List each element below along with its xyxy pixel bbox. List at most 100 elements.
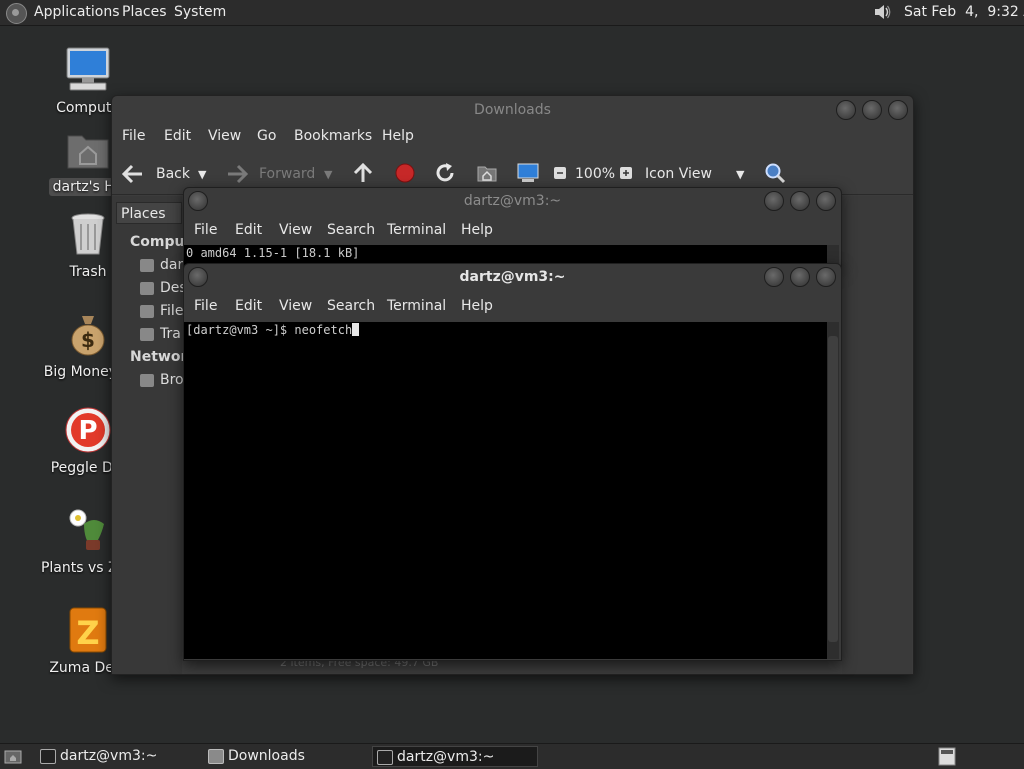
money-bag-icon: $: [64, 310, 112, 358]
gnome-logo-icon[interactable]: [6, 3, 27, 24]
back-dropdown-icon[interactable]: ▼: [198, 168, 206, 181]
window-menu-button: [188, 267, 208, 287]
terminal-prompt-line: [dartz@vm3 ~]$ neofetch: [184, 322, 827, 338]
menubar: File Edit View Go Bookmarks Help: [112, 128, 913, 150]
volume-icon[interactable]: [872, 2, 892, 22]
trash-icon: [140, 327, 154, 341]
menubar: File Edit View Search Terminal Help: [184, 222, 841, 242]
taskbar-item-downloads[interactable]: Downloads: [204, 746, 368, 767]
window-title: dartz@vm3:~: [459, 269, 566, 285]
menu-edit[interactable]: Edit: [235, 298, 262, 314]
bottom-panel: dartz@vm3:~ Downloads dartz@vm3:~: [0, 743, 1024, 769]
taskbar-item-label: dartz@vm3:~: [397, 749, 495, 765]
zoom-out-icon[interactable]: [553, 166, 567, 180]
stop-icon[interactable]: [394, 162, 416, 184]
close-button[interactable]: [816, 267, 836, 287]
back-arrow-icon[interactable]: [122, 164, 144, 184]
terminal-window-back[interactable]: dartz@vm3:~ File Edit View Search Termin…: [183, 187, 842, 269]
menu-file[interactable]: File: [194, 298, 217, 314]
menu-help[interactable]: Help: [461, 298, 493, 314]
menu-view[interactable]: View: [208, 128, 241, 144]
window-title: Downloads: [474, 102, 551, 118]
terminal-icon: [40, 749, 56, 764]
view-mode-select[interactable]: Icon View: [645, 166, 712, 182]
maximize-button[interactable]: [862, 100, 882, 120]
menu-edit[interactable]: Edit: [235, 222, 262, 238]
terminal-screen[interactable]: [dartz@vm3 ~]$ neofetch: [184, 322, 827, 659]
back-button[interactable]: Back: [156, 166, 190, 182]
minimize-button[interactable]: [764, 267, 784, 287]
svg-text:P: P: [78, 416, 97, 446]
zoom-in-icon[interactable]: [619, 166, 633, 180]
workspace-switcher-icon[interactable]: [938, 747, 956, 766]
close-button[interactable]: [888, 100, 908, 120]
scrollbar[interactable]: [827, 322, 839, 659]
menu-terminal[interactable]: Terminal: [387, 222, 446, 238]
sidebar-item-label: Tra: [160, 326, 181, 342]
menu-terminal[interactable]: Terminal: [387, 298, 446, 314]
menu-go[interactable]: Go: [257, 128, 276, 144]
up-arrow-icon[interactable]: [352, 162, 374, 184]
zuma-icon: Z: [64, 606, 112, 654]
file-view-area[interactable]: [842, 196, 912, 674]
view-mode-dropdown-icon[interactable]: ▼: [736, 168, 744, 181]
window-controls: [764, 267, 836, 287]
taskbar-item-terminal-2[interactable]: dartz@vm3:~: [372, 746, 538, 767]
search-icon[interactable]: [764, 162, 786, 184]
system-menu[interactable]: System: [174, 4, 226, 20]
menu-file[interactable]: File: [122, 128, 145, 144]
show-desktop-icon[interactable]: [4, 748, 22, 764]
window-title: dartz@vm3:~: [463, 193, 562, 209]
menu-search[interactable]: Search: [327, 298, 375, 314]
zoom-level[interactable]: 100%: [575, 166, 615, 182]
minimize-button[interactable]: [764, 191, 784, 211]
sidebar-item-trash[interactable]: Tra: [140, 326, 181, 342]
menubar: File Edit View Search Terminal Help: [184, 298, 841, 318]
window-controls: [764, 191, 836, 211]
applications-menu[interactable]: Applications: [34, 4, 120, 20]
places-selector[interactable]: Places: [116, 202, 182, 224]
reload-icon[interactable]: [434, 162, 456, 184]
desktop-icon: [140, 281, 154, 295]
scrollbar-thumb[interactable]: [828, 336, 838, 642]
svg-text:$: $: [81, 328, 95, 352]
home-icon[interactable]: [476, 163, 498, 183]
svg-text:Z: Z: [76, 614, 99, 652]
menu-edit[interactable]: Edit: [164, 128, 191, 144]
places-menu[interactable]: Places: [122, 4, 167, 20]
home-folder-icon: [64, 128, 112, 176]
maximize-button[interactable]: [790, 267, 810, 287]
sidebar-item-home[interactable]: dar: [140, 257, 183, 273]
maximize-button[interactable]: [790, 191, 810, 211]
close-button[interactable]: [816, 191, 836, 211]
menu-bookmarks[interactable]: Bookmarks: [294, 128, 372, 144]
sidebar-item-desktop[interactable]: Des: [140, 280, 187, 296]
computer-icon[interactable]: [516, 162, 540, 184]
menu-search[interactable]: Search: [327, 222, 375, 238]
menu-help[interactable]: Help: [461, 222, 493, 238]
window-controls: [836, 100, 908, 120]
terminal-output-line: 0 amd64 1.15-1 [18.1 kB]: [186, 246, 360, 260]
sidebar-item-browse-network[interactable]: Bro: [140, 372, 184, 388]
sidebar-item-filesystem[interactable]: File: [140, 303, 183, 319]
text-cursor: [352, 323, 360, 336]
forward-arrow-icon: [228, 164, 248, 184]
folder-icon: [208, 749, 224, 764]
menu-view[interactable]: View: [279, 222, 312, 238]
minimize-button[interactable]: [836, 100, 856, 120]
clock[interactable]: Sat Feb 4, 9:32 AM: [904, 4, 1024, 20]
taskbar-item-label: dartz@vm3:~: [60, 748, 158, 764]
menu-file[interactable]: File: [194, 222, 217, 238]
top-panel: Applications Places System Sat Feb 4, 9:…: [0, 0, 1024, 26]
peggle-icon: P: [64, 406, 112, 454]
computer-icon: [64, 46, 112, 94]
terminal-icon: [377, 750, 393, 765]
taskbar-item-terminal-1[interactable]: dartz@vm3:~: [36, 746, 200, 767]
plants-vs-zombies-icon: [64, 506, 112, 554]
window-menu-button: [188, 191, 208, 211]
terminal-window-front[interactable]: dartz@vm3:~ File Edit View Search Termin…: [183, 263, 842, 661]
menu-help[interactable]: Help: [382, 128, 414, 144]
menu-view[interactable]: View: [279, 298, 312, 314]
window-menu-button[interactable]: [188, 191, 208, 211]
window-menu-button[interactable]: [188, 267, 208, 287]
